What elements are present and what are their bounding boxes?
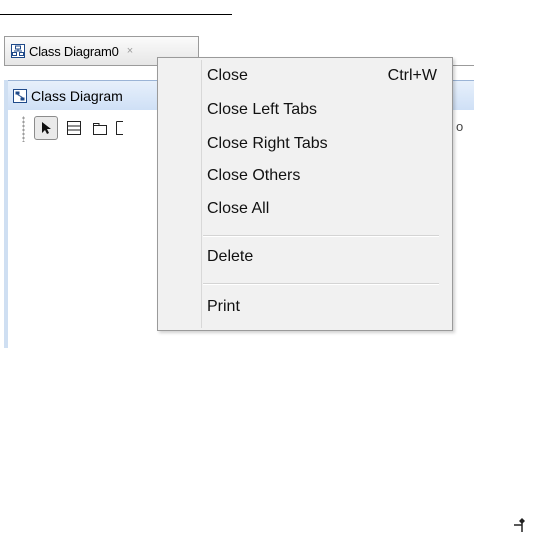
class-tool-icon[interactable] — [62, 116, 86, 140]
menu-separator — [203, 235, 439, 237]
package-tool-icon[interactable] — [88, 116, 112, 140]
menu-gutter — [158, 58, 200, 330]
menu-item-print[interactable]: Print — [203, 292, 449, 322]
top-divider — [0, 14, 232, 15]
panel-title: Class Diagram — [31, 87, 123, 104]
menu-item-close-others[interactable]: Close Others — [203, 161, 449, 191]
tab-close-icon[interactable]: × — [127, 45, 133, 57]
diagram-panel-icon — [13, 88, 27, 103]
menu-item-shortcut: Ctrl+W — [387, 67, 437, 84]
tab-label: Class Diagram0 — [29, 43, 119, 59]
menu-item-label: Delete — [207, 248, 254, 265]
note-tool-icon[interactable] — [114, 116, 124, 140]
menu-item-label: Close Left Tabs — [207, 101, 317, 118]
toolbar-overflow-glyph[interactable]: o — [456, 119, 463, 134]
tab-context-menu: Close Ctrl+W Close Left Tabs Close Right… — [157, 57, 453, 331]
menu-separator — [203, 283, 439, 285]
menu-item-label: Close Others — [207, 167, 301, 184]
toolbar-grip[interactable] — [22, 116, 25, 142]
dock-pin-icon[interactable] — [512, 516, 530, 534]
menu-item-label: Close Right Tabs — [207, 135, 328, 152]
menu-item-close-right-tabs[interactable]: Close Right Tabs — [203, 129, 449, 159]
menu-item-label: Print — [207, 298, 240, 315]
menu-item-delete[interactable]: Delete — [203, 242, 449, 272]
menu-item-close-left-tabs[interactable]: Close Left Tabs — [203, 95, 449, 125]
menu-item-close-all[interactable]: Close All — [203, 194, 449, 224]
class-diagram-icon — [11, 44, 25, 58]
menu-gutter-divider — [201, 60, 202, 328]
menu-item-close[interactable]: Close Ctrl+W — [203, 61, 449, 91]
select-arrow-icon[interactable] — [34, 116, 58, 140]
menu-item-label: Close All — [207, 200, 270, 217]
menu-item-label: Close — [207, 67, 248, 84]
